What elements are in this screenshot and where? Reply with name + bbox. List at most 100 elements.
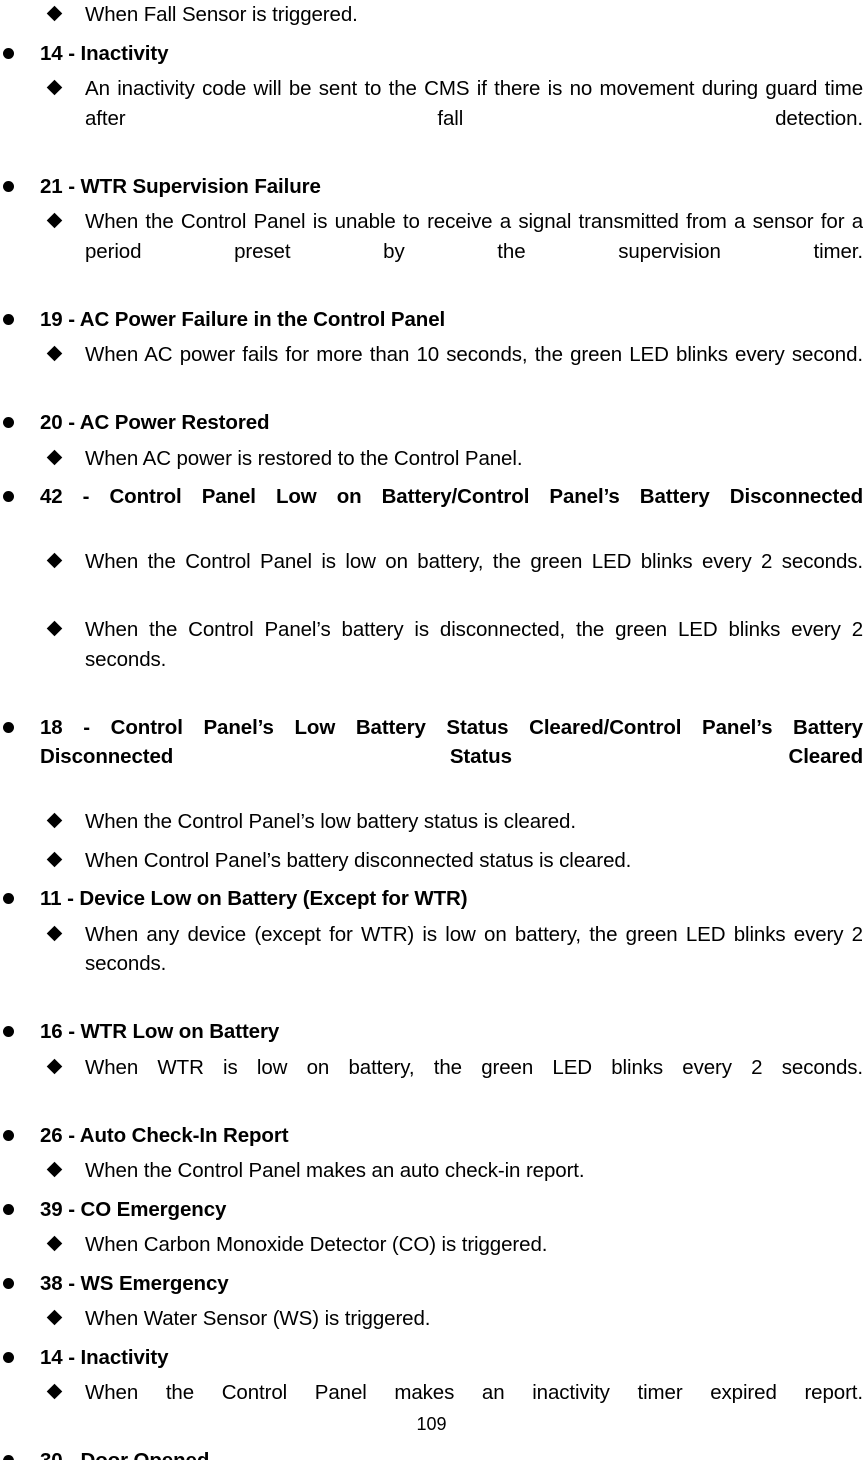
- event-heading: 14 - Inactivity: [0, 39, 863, 69]
- event-heading-label: 26 - Auto Check-In Report: [40, 1123, 289, 1147]
- round-bullet-icon: [3, 47, 14, 59]
- event-detail: When Control Panel’s battery disconnecte…: [0, 846, 863, 876]
- event-heading-label: 19 - AC Power Failure in the Control Pan…: [40, 307, 446, 331]
- event-detail: When Fall Sensor is triggered.: [0, 0, 863, 30]
- event-heading: 26 - Auto Check-In Report: [0, 1121, 863, 1151]
- diamond-bullet-icon: [46, 212, 63, 229]
- event-detail-label: An inactivity code will be sent to the C…: [85, 77, 863, 130]
- diamond-bullet-icon: [46, 620, 63, 637]
- event-detail-label: When the Control Panel is unable to rece…: [85, 210, 863, 263]
- event-detail-label: When the Control Panel’s low battery sta…: [85, 810, 576, 833]
- event-detail-label: When AC power is restored to the Control…: [85, 446, 523, 470]
- event-heading-label: 21 - WTR Supervision Failure: [40, 174, 321, 198]
- diamond-bullet-icon: [46, 851, 63, 867]
- event-heading: 18 - Control Panel’s Low Battery Status …: [0, 713, 863, 802]
- event-heading: 14 - Inactivity: [0, 1343, 863, 1373]
- event-heading: 38 - WS Emergency: [0, 1269, 863, 1299]
- diamond-bullet-icon: [46, 345, 63, 362]
- round-bullet-icon: [3, 1351, 14, 1363]
- diamond-bullet-icon: [46, 552, 63, 569]
- event-heading-label: 14 - Inactivity: [40, 41, 169, 65]
- diamond-bullet-icon: [46, 1309, 63, 1326]
- diamond-bullet-icon: [46, 925, 63, 941]
- event-detail: When the Control Panel makes an auto che…: [0, 1156, 863, 1186]
- event-heading-label: 20 - AC Power Restored: [40, 411, 270, 434]
- diamond-bullet-icon: [46, 79, 63, 96]
- round-bullet-icon: [3, 1455, 14, 1460]
- event-detail: When any device (except for WTR) is low …: [0, 920, 863, 1009]
- event-heading-label: 38 - WS Emergency: [40, 1271, 229, 1295]
- diamond-bullet-icon: [46, 5, 63, 22]
- event-heading-label: 16 - WTR Low on Battery: [40, 1020, 280, 1043]
- diamond-bullet-icon: [46, 449, 63, 465]
- event-heading: 30 - Door Opened: [0, 1446, 863, 1460]
- round-bullet-icon: [3, 313, 14, 325]
- event-heading-label: 14 - Inactivity: [40, 1345, 169, 1369]
- event-heading: 42 - Control Panel Low on Battery/Contro…: [0, 482, 863, 541]
- document-page: When Fall Sensor is triggered. 14 - Inact…: [0, 0, 863, 1460]
- round-bullet-icon: [3, 1203, 14, 1215]
- diamond-bullet-icon: [46, 1058, 63, 1074]
- event-detail: An inactivity code will be sent to the C…: [0, 74, 863, 163]
- round-bullet-icon: [3, 1129, 14, 1141]
- event-heading-label: 30 - Door Opened: [40, 1446, 863, 1460]
- event-detail-label: When Control Panel’s battery disconnecte…: [85, 848, 632, 872]
- event-detail: When Carbon Monoxide Detector (CO) is tr…: [0, 1230, 863, 1260]
- event-detail-label: When WTR is low on battery, the green LE…: [85, 1055, 863, 1079]
- event-heading: 20 - AC Power Restored: [0, 408, 863, 438]
- event-detail-label: When Carbon Monoxide Detector (CO) is tr…: [85, 1233, 548, 1256]
- event-heading-label: 39 - CO Emergency: [40, 1197, 227, 1221]
- event-heading-label: 18 - Control Panel’s Low Battery Status …: [40, 715, 863, 769]
- document-content: When Fall Sensor is triggered. 14 - Inact…: [0, 0, 863, 1460]
- page-number: 109: [416, 1414, 447, 1434]
- round-bullet-icon: [3, 417, 14, 428]
- event-detail-label: When the Control Panel’s battery is disc…: [85, 618, 863, 671]
- round-bullet-icon: [3, 180, 14, 192]
- event-detail-label: When AC power fails for more than 10 sec…: [85, 343, 863, 366]
- round-bullet-icon: [3, 893, 14, 904]
- round-bullet-icon: [3, 1026, 14, 1037]
- event-detail: When WTR is low on battery, the green LE…: [0, 1053, 863, 1112]
- event-detail: When AC power fails for more than 10 sec…: [0, 340, 863, 399]
- event-detail-label: When the Control Panel makes an auto che…: [85, 1159, 585, 1182]
- round-bullet-icon: [3, 1277, 14, 1289]
- event-detail: When the Control Panel is low on battery…: [0, 547, 863, 606]
- event-detail: When the Control Panel’s low battery sta…: [0, 807, 863, 837]
- event-detail-label: When the Control Panel is low on battery…: [85, 550, 863, 573]
- event-heading: 11 - Device Low on Battery (Except for W…: [0, 884, 863, 914]
- event-heading-label: 42 - Control Panel Low on Battery/Contro…: [40, 485, 863, 508]
- event-heading: 16 - WTR Low on Battery: [0, 1017, 863, 1047]
- diamond-bullet-icon: [46, 1161, 63, 1178]
- diamond-bullet-icon: [46, 812, 63, 829]
- event-detail: When Water Sensor (WS) is triggered.: [0, 1304, 863, 1334]
- round-bullet-icon: [3, 491, 14, 502]
- event-detail-label: When any device (except for WTR) is low …: [85, 922, 863, 976]
- event-heading-label: 11 - Device Low on Battery (Except for W…: [40, 887, 468, 910]
- event-heading: 39 - CO Emergency: [0, 1195, 863, 1225]
- diamond-bullet-icon: [46, 1383, 63, 1400]
- event-heading: 19 - AC Power Failure in the Control Pan…: [0, 305, 863, 335]
- event-detail: When AC power is restored to the Control…: [0, 444, 863, 474]
- event-detail: When the Control Panel’s battery is disc…: [0, 615, 863, 704]
- event-detail: When the Control Panel is unable to rece…: [0, 207, 863, 296]
- round-bullet-icon: [3, 721, 14, 733]
- diamond-bullet-icon: [46, 1235, 63, 1252]
- event-detail-label: When Water Sensor (WS) is triggered.: [85, 1307, 431, 1330]
- event-heading: 21 - WTR Supervision Failure: [0, 172, 863, 202]
- event-detail-label: When Fall Sensor is triggered.: [85, 3, 358, 26]
